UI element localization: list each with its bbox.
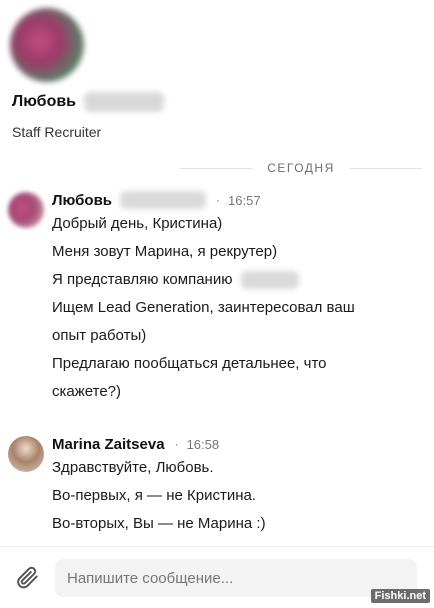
- divider-line-right: [348, 167, 422, 169]
- profile-avatar[interactable]: [10, 8, 84, 82]
- message-line: Здравствуйте, Любовь.: [52, 459, 214, 476]
- message-group: Любовь · 16:57 Добрый день, Кристина) Ме…: [0, 190, 434, 410]
- date-divider: СЕГОДНЯ: [0, 158, 434, 178]
- watermark: Fishki.net: [370, 589, 430, 603]
- sender-name[interactable]: Любовь: [52, 192, 112, 209]
- message-line: Я представляю компанию: [52, 271, 299, 290]
- separator-dot: ·: [174, 437, 179, 451]
- company-name-redacted: [240, 271, 299, 290]
- sender-avatar[interactable]: [8, 436, 44, 472]
- profile-name-redacted: [84, 92, 164, 112]
- message-line-text: Я представляю компанию: [52, 271, 233, 288]
- message-line: Предлагаю пообщаться детальнее, что: [52, 355, 327, 372]
- paperclip-icon[interactable]: [14, 564, 40, 590]
- sender-name[interactable]: Marina Zaitseva: [52, 436, 165, 453]
- profile-title: Staff Recruiter: [12, 124, 102, 140]
- message-line: Ищем Lead Generation, заинтересовал ваш: [52, 299, 355, 316]
- message-time: 16:57: [228, 192, 261, 208]
- separator-dot: ·: [216, 193, 221, 207]
- message-line: скажете?): [52, 383, 121, 400]
- divider-line-left: [180, 167, 254, 169]
- message-time: 16:58: [186, 436, 220, 452]
- message-line: Добрый день, Кристина): [52, 215, 223, 232]
- message-line: Во-вторых, Вы — не Марина :): [52, 515, 266, 532]
- message-group: Marina Zaitseva · 16:58 Здравствуйте, Лю…: [0, 434, 434, 544]
- message-input[interactable]: [55, 559, 417, 597]
- sender-avatar[interactable]: [8, 192, 44, 228]
- message-header: Marina Zaitseva · 16:58: [52, 434, 219, 454]
- message-line: Во-первых, я — не Кристина.: [52, 487, 256, 504]
- profile-name[interactable]: Любовь: [12, 93, 76, 111]
- message-composer: [0, 546, 434, 608]
- message-header: Любовь · 16:57: [52, 190, 261, 210]
- sender-name-redacted: [120, 191, 207, 209]
- date-divider-label: СЕГОДНЯ: [267, 161, 335, 175]
- message-line: Меня зовут Марина, я рекрутер): [52, 243, 278, 260]
- message-line: опыт работы): [52, 327, 147, 344]
